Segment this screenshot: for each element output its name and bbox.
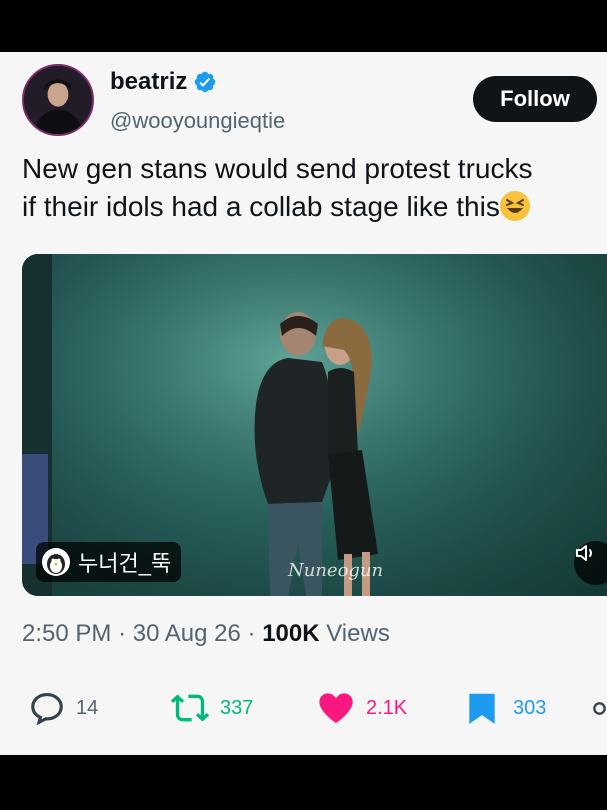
video-sticker-label: 누너건_뚝: [36, 542, 182, 582]
tweet-actions-bar: 14 337 2.1K 303: [0, 680, 607, 736]
reply-count: 14: [76, 696, 99, 719]
reply-icon: [31, 692, 63, 726]
like-button[interactable]: 2.1K: [316, 680, 407, 736]
tweet-card: beatriz @wooyoungieqtie Follow New gen s…: [0, 52, 607, 755]
views-count: 100K: [262, 620, 320, 647]
tweet-date[interactable]: 30 Aug 26: [133, 620, 241, 647]
repost-icon: [170, 694, 210, 722]
meta-separator: ·: [247, 620, 256, 647]
author-name-row: beatriz: [110, 68, 217, 96]
speaker-icon: [576, 545, 592, 561]
tweet-text: New gen stans would send protest trucks …: [22, 150, 607, 226]
avatar-image: [24, 66, 92, 134]
author-avatar[interactable]: [22, 64, 94, 136]
tweet-text-line-2: if their idols had a collab stage like t…: [22, 188, 607, 226]
video-sticker-text: 누너건_뚝: [78, 551, 172, 576]
tweet-time[interactable]: 2:50 PM: [22, 620, 111, 647]
author-handle[interactable]: @wooyoungieqtie: [110, 108, 285, 134]
heart-icon: [319, 693, 353, 723]
video-watermark: Nuneogun: [288, 560, 384, 581]
verified-badge-icon: [195, 71, 216, 93]
views-label: Views: [326, 620, 390, 647]
penguin-icon: [42, 548, 70, 576]
repost-count: 337: [220, 696, 254, 719]
tweet-meta: 2:50 PM · 30 Aug 26 · 100K Views: [22, 620, 390, 648]
reply-button[interactable]: 14: [28, 680, 98, 736]
share-button[interactable]: [592, 680, 607, 736]
like-count: 2.1K: [366, 696, 408, 719]
bookmark-count: 303: [513, 696, 547, 719]
bookmark-icon: [469, 693, 495, 724]
share-icon: [593, 701, 606, 715]
follow-button[interactable]: Follow: [473, 76, 597, 122]
meta-separator: ·: [118, 620, 127, 647]
tweet-video[interactable]: 누너건_뚝 Nuneogun: [22, 254, 607, 596]
bookmark-button[interactable]: 303: [463, 680, 546, 736]
grinning-squinting-face-emoji-icon: [499, 191, 530, 221]
tweet-text-line-1: New gen stans would send protest trucks: [22, 153, 533, 184]
repost-button[interactable]: 337: [170, 680, 253, 736]
author-display-name[interactable]: beatriz: [110, 68, 187, 96]
tweet-text-line-2-text: if their idols had a collab stage like t…: [22, 191, 500, 222]
